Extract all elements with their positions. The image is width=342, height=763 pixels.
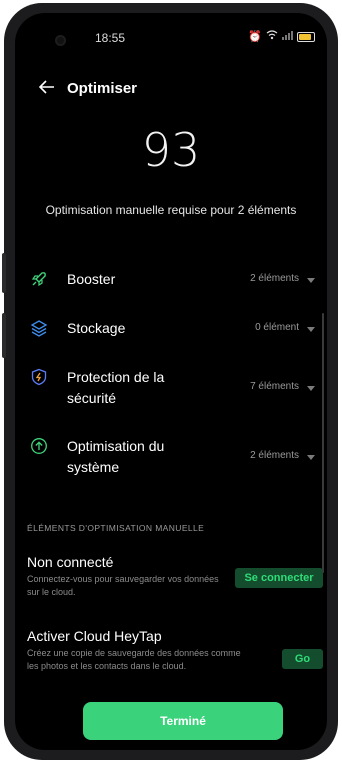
category-label: Stockage [67, 320, 126, 336]
front-camera [55, 35, 66, 46]
page-title: Optimiser [67, 79, 138, 97]
category-label: Optimisation du système [67, 438, 165, 475]
item-title: Activer Cloud HeyTap [27, 628, 162, 644]
category-label: Booster [67, 271, 116, 287]
category-stockage[interactable]: Stockage 0 élément [25, 318, 321, 339]
category-optimisation-systeme[interactable]: Optimisation du système 2 éléments [25, 436, 321, 478]
category-count: 2 éléments [250, 450, 299, 461]
status-icons: ⏰ [248, 30, 315, 43]
item-description: Connectez-vous pour sauvegarder vos donn… [27, 574, 219, 597]
category-label: Protection de la sécurité [67, 369, 165, 406]
alarm-icon: ⏰ [248, 31, 262, 43]
chevron-down-icon [307, 455, 315, 460]
score-subtitle: Optimisation manuelle requise pour 2 élé… [45, 203, 297, 217]
rocket-icon [29, 269, 49, 289]
wifi-icon [266, 30, 278, 43]
app-header: Optimiser [38, 79, 138, 97]
volume-button [2, 253, 6, 293]
category-count: 7 éléments [250, 381, 299, 392]
sign-in-button[interactable]: Se connecter [235, 568, 323, 588]
arrow-left-icon[interactable] [38, 79, 55, 97]
optimization-score: 93 [141, 123, 201, 177]
signal-icon [282, 30, 293, 43]
chevron-down-icon [307, 327, 315, 332]
shield-icon [29, 367, 49, 387]
done-button[interactable]: Terminé [83, 702, 283, 740]
scrollbar[interactable] [322, 313, 324, 573]
item-description: Créez une copie de sauvegarde des donnée… [27, 648, 241, 671]
upgrade-icon [29, 436, 49, 456]
chevron-down-icon [307, 386, 315, 391]
item-title: Non connecté [27, 554, 114, 570]
chevron-down-icon [307, 278, 315, 283]
category-count: 2 éléments [250, 273, 299, 284]
manual-section-title: ÉLÉMENTS D'OPTIMISATION MANUELLE [27, 523, 205, 533]
phone-frame: 18:55 ⏰ Optimiser 93 Optimisation manuel… [2, 3, 338, 760]
category-booster[interactable]: Booster 2 éléments [25, 269, 321, 290]
power-button [2, 313, 6, 358]
category-count: 0 élément [255, 322, 299, 333]
status-time: 18:55 [95, 31, 126, 45]
layers-icon [29, 318, 49, 338]
category-protection[interactable]: Protection de la sécurité 7 éléments [25, 367, 321, 409]
go-button[interactable]: Go [282, 649, 323, 669]
screen: 18:55 ⏰ Optimiser 93 Optimisation manuel… [15, 13, 327, 750]
battery-icon [297, 31, 315, 42]
